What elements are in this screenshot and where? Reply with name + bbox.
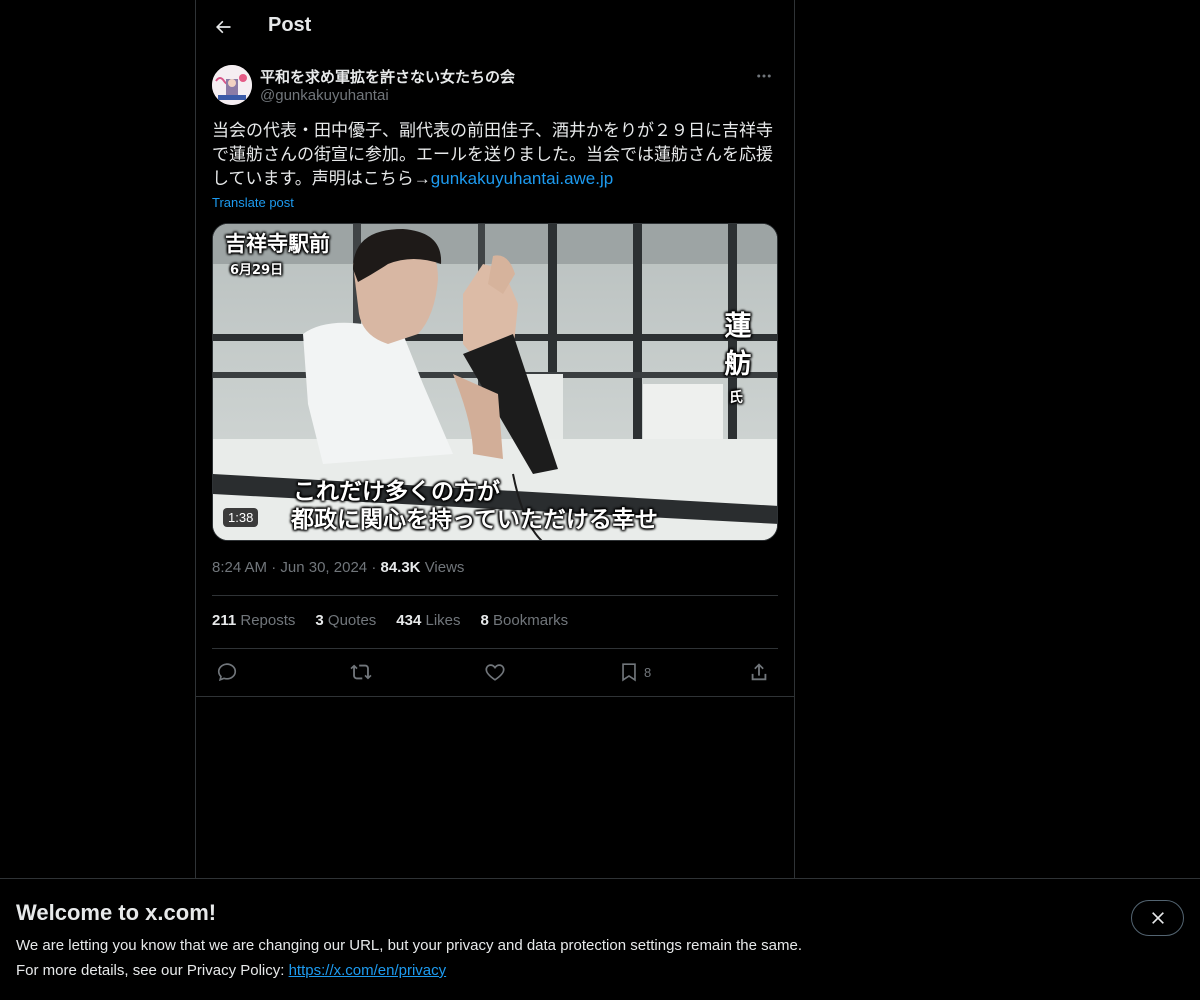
reposts-label: Reposts xyxy=(240,612,296,629)
author-handle[interactable]: @gunkakuyuhantai xyxy=(260,87,389,104)
back-button[interactable] xyxy=(208,12,238,42)
caption-location: 吉祥寺駅前 xyxy=(225,232,330,256)
caption-name: 蓮舫 xyxy=(724,311,752,380)
subtitle-line-2: 都政に関心を持っていただける幸せ xyxy=(291,507,658,533)
like-button[interactable] xyxy=(484,656,506,688)
reply-button[interactable] xyxy=(216,656,238,688)
banner-message: We are letting you know that we are chan… xyxy=(16,937,802,954)
likes-label: Likes xyxy=(425,612,461,629)
main-column: Post 平和を求め軍拡を許さない女たちの会 @gunkakuyuhantai … xyxy=(195,0,795,878)
post-header: Post xyxy=(196,0,794,54)
privacy-policy-link[interactable]: https://x.com/en/privacy xyxy=(289,962,447,979)
welcome-banner: Welcome to x.com! We are letting you kno… xyxy=(0,878,1200,1000)
page-title: Post xyxy=(268,14,312,36)
quotes-count: 3 xyxy=(315,612,324,629)
post-text: 当会の代表・田中優子、副代表の前田佳子、酒井かをりが２９日に吉祥寺で蓮舫さんの街… xyxy=(212,119,778,191)
reply-icon xyxy=(217,663,237,682)
author-row: 平和を求め軍拡を許さない女たちの会 @gunkakuyuhantai xyxy=(212,64,778,108)
reposts-count: 211 xyxy=(212,612,237,629)
bookmark-button[interactable]: 8 xyxy=(618,656,651,688)
banner-privacy-prefix: For more details, see our Privacy Policy… xyxy=(16,962,289,979)
share-button[interactable] xyxy=(748,656,770,688)
meta-separator: · xyxy=(271,559,277,576)
bookmarks-count: 8 xyxy=(480,612,489,629)
author-display-name[interactable]: 平和を求め軍拡を許さない女たちの会 xyxy=(260,66,515,87)
bookmarks-stat[interactable]: 8 Bookmarks xyxy=(481,612,569,629)
bookmarks-label: Bookmarks xyxy=(493,612,569,629)
arrow-left-icon xyxy=(216,20,231,34)
likes-count: 434 xyxy=(396,612,422,629)
share-icon xyxy=(751,663,767,681)
repost-button[interactable] xyxy=(350,656,372,688)
close-icon xyxy=(1151,912,1164,924)
quotes-label: Quotes xyxy=(327,612,377,629)
post-meta: 8:24 AM · Jun 30, 2024 · 84.3K Views xyxy=(212,559,464,576)
post-link[interactable]: gunkakuyuhantai.awe.jp xyxy=(431,169,613,188)
banner-privacy-line: For more details, see our Privacy Policy… xyxy=(16,962,446,979)
views-count: 84.3K xyxy=(380,559,421,576)
more-options-button[interactable] xyxy=(750,64,778,88)
translate-post-link[interactable]: Translate post xyxy=(212,195,294,210)
more-dots-icon xyxy=(757,74,771,78)
heart-icon xyxy=(485,664,505,681)
caption-honorific: 氏 xyxy=(729,390,743,406)
meta-separator: · xyxy=(371,559,377,576)
caption-date: 6月29日 xyxy=(230,263,284,278)
avatar[interactable] xyxy=(212,65,252,105)
video-duration-badge: 1:38 xyxy=(223,508,259,527)
post-time[interactable]: 8:24 AM xyxy=(212,559,267,576)
close-banner-button[interactable] xyxy=(1131,900,1184,936)
divider xyxy=(212,595,778,596)
reposts-stat[interactable]: 211 Reposts xyxy=(212,612,295,629)
divider xyxy=(212,648,778,649)
bookmark-count: 8 xyxy=(644,664,652,680)
quotes-stat[interactable]: 3 Quotes xyxy=(315,612,376,629)
post-stats: 211 Reposts 3 Quotes 434 Likes 8 Bookmar… xyxy=(212,612,568,629)
views-label: Views xyxy=(424,559,465,576)
action-bar: 8 xyxy=(212,656,778,690)
divider xyxy=(196,696,794,697)
bookmark-icon xyxy=(622,663,636,682)
banner-title: Welcome to x.com! xyxy=(16,900,217,925)
post-date[interactable]: Jun 30, 2024 xyxy=(280,559,367,576)
likes-stat[interactable]: 434 Likes xyxy=(396,612,460,629)
repost-icon xyxy=(350,664,372,680)
video-player[interactable]: 吉祥寺駅前 6月29日 蓮舫 氏 これだけ多くの方が 都政に関心を持っていただけ… xyxy=(212,223,778,541)
